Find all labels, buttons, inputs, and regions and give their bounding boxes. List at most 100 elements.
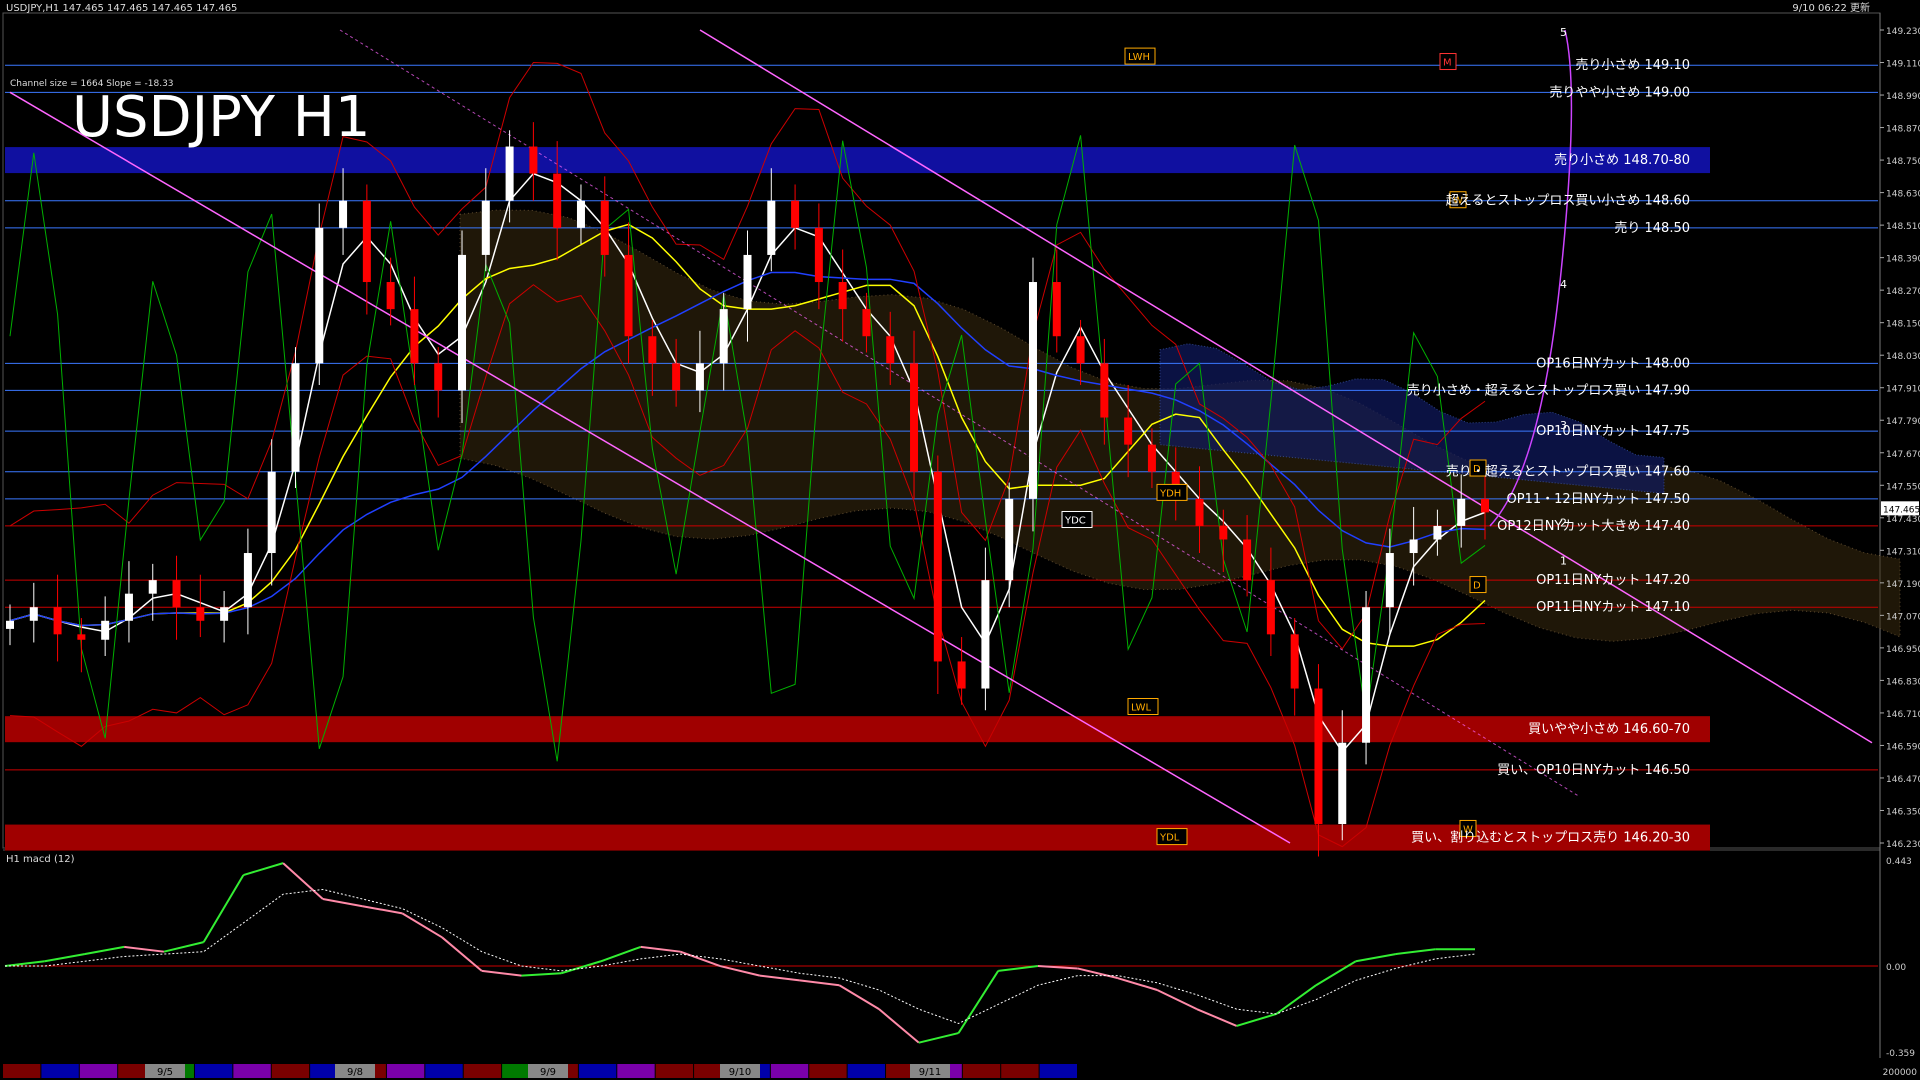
- date-label-9/9: 9/9: [540, 1067, 556, 1078]
- candle-body: [1266, 580, 1275, 635]
- macd-line-segment: [322, 898, 363, 908]
- macd-line-segment: [998, 965, 1039, 972]
- y-tick-label: 149.230: [1886, 27, 1920, 37]
- macd-title: H1 macd (12): [6, 854, 75, 865]
- candle-body: [695, 363, 704, 391]
- candle-body: [600, 200, 609, 255]
- candle-body: [1314, 688, 1323, 825]
- y-tick-label: 146.350: [1886, 807, 1920, 817]
- candle-body: [172, 580, 181, 608]
- candle-body: [933, 471, 942, 662]
- y-tick-label: 146.710: [1886, 710, 1920, 720]
- date-label-9/11: 9/11: [919, 1067, 941, 1078]
- macd-line-segment: [44, 953, 85, 963]
- candle-body: [1385, 553, 1394, 608]
- level-label-11: OP11日NYカット 147.20: [1536, 573, 1690, 588]
- macd-line-segment: [838, 984, 880, 1011]
- candle-body: [101, 620, 110, 640]
- macd-line-segment: [282, 862, 324, 900]
- y-tick-label: 147.070: [1886, 612, 1920, 622]
- macd-line-segment: [1236, 1012, 1277, 1027]
- date-bar-segment: [1039, 1064, 1077, 1078]
- marker-lwl: LWL: [1131, 703, 1152, 714]
- candle-body: [1243, 539, 1252, 581]
- date-bar-segment: [79, 1064, 118, 1078]
- y-tick-label: 148.870: [1886, 125, 1920, 135]
- marker-ydc: YDC: [1064, 516, 1086, 527]
- macd-line-segment: [1196, 1008, 1238, 1027]
- level-label-13: 買いやや小さめ 146.60-70: [1528, 722, 1690, 737]
- candle-body: [1124, 417, 1133, 445]
- date-bar-segment: [578, 1064, 617, 1078]
- y-tick-label: 146.470: [1886, 775, 1920, 785]
- candle-body: [1457, 498, 1466, 526]
- candle-body: [77, 634, 86, 640]
- candle-body: [1100, 363, 1109, 418]
- level-label-1: 売りやや小さめ 149.00: [1549, 84, 1690, 100]
- y-tick-label: 148.510: [1886, 222, 1920, 232]
- y-tick-label: 147.910: [1886, 385, 1920, 395]
- candle-body: [434, 363, 443, 391]
- date-bar-segment: [809, 1064, 847, 1078]
- candle-body: [767, 200, 776, 255]
- y-tick-label: 148.270: [1886, 287, 1920, 297]
- bottom-right-value: 200000: [1883, 1068, 1918, 1078]
- level-label-12: OP11日NYカット 147.10: [1536, 600, 1690, 615]
- level-band-2: [5, 147, 1710, 174]
- candle-body: [1290, 634, 1299, 689]
- candle-body: [481, 200, 490, 255]
- date-bar-segment: [962, 1064, 1001, 1078]
- candle-body: [1147, 444, 1156, 472]
- macd-line-segment: [759, 974, 800, 982]
- y-tick-label: 146.230: [1886, 840, 1920, 850]
- macd-line-segment: [600, 945, 642, 963]
- date-bar-segment: [425, 1064, 463, 1078]
- macd-line-segment: [202, 874, 245, 943]
- level-label-4: 売り 148.50: [1614, 220, 1690, 236]
- candle-body: [529, 146, 538, 174]
- candle-body: [339, 200, 348, 228]
- macd-line-segment: [1077, 967, 1118, 979]
- level-label-9: OP11・12日NYカット 147.50: [1507, 492, 1690, 507]
- macd-line-segment: [680, 950, 721, 967]
- macd-y-label: -0.359: [1886, 1049, 1915, 1059]
- candle-body: [386, 282, 395, 310]
- macd-line-segment: [719, 965, 761, 977]
- date-label-9/10: 9/10: [729, 1067, 751, 1078]
- candle-body: [6, 620, 14, 629]
- candle-body: [981, 580, 990, 689]
- level-label-2: 売り小さめ 148.70-80: [1554, 152, 1690, 168]
- current-price-label: 147.465: [1883, 505, 1920, 515]
- candle-body: [862, 309, 871, 337]
- candle-body: [672, 363, 681, 391]
- candle-body: [124, 593, 133, 621]
- macd-line-segment: [163, 941, 204, 953]
- candle-body: [458, 254, 467, 391]
- candle-body: [410, 309, 419, 364]
- y-tick-label: 148.390: [1886, 255, 1920, 265]
- macd-line-segment: [124, 945, 165, 953]
- date-bar-segment: [1001, 1064, 1039, 1078]
- y-tick-label: 147.430: [1886, 515, 1920, 525]
- date-bar-segment: [770, 1064, 809, 1078]
- candle-body: [1195, 498, 1204, 526]
- candle-body: [1219, 525, 1228, 540]
- candle-body: [886, 336, 895, 364]
- date-bar-segment: [655, 1064, 694, 1078]
- date-bar-segment: [617, 1064, 655, 1078]
- candle-body: [148, 580, 157, 594]
- macd-line-segment: [1275, 984, 1317, 1015]
- marker-lwh: LWH: [1128, 52, 1150, 63]
- candle-body: [220, 607, 229, 621]
- candle-body: [576, 200, 585, 228]
- y-tick-label: 147.550: [1886, 482, 1920, 492]
- date-bar-segment: [233, 1064, 271, 1078]
- chart-big-title: USDJPY H1: [72, 85, 370, 150]
- macd-line-segment: [799, 979, 840, 987]
- macd-line-segment: [84, 945, 125, 956]
- candle-body: [838, 282, 847, 310]
- candle-body: [53, 607, 62, 635]
- date-bar-segment: [194, 1064, 233, 1078]
- y-tick-label: 146.590: [1886, 742, 1920, 752]
- y-tick-label: 146.950: [1886, 645, 1920, 655]
